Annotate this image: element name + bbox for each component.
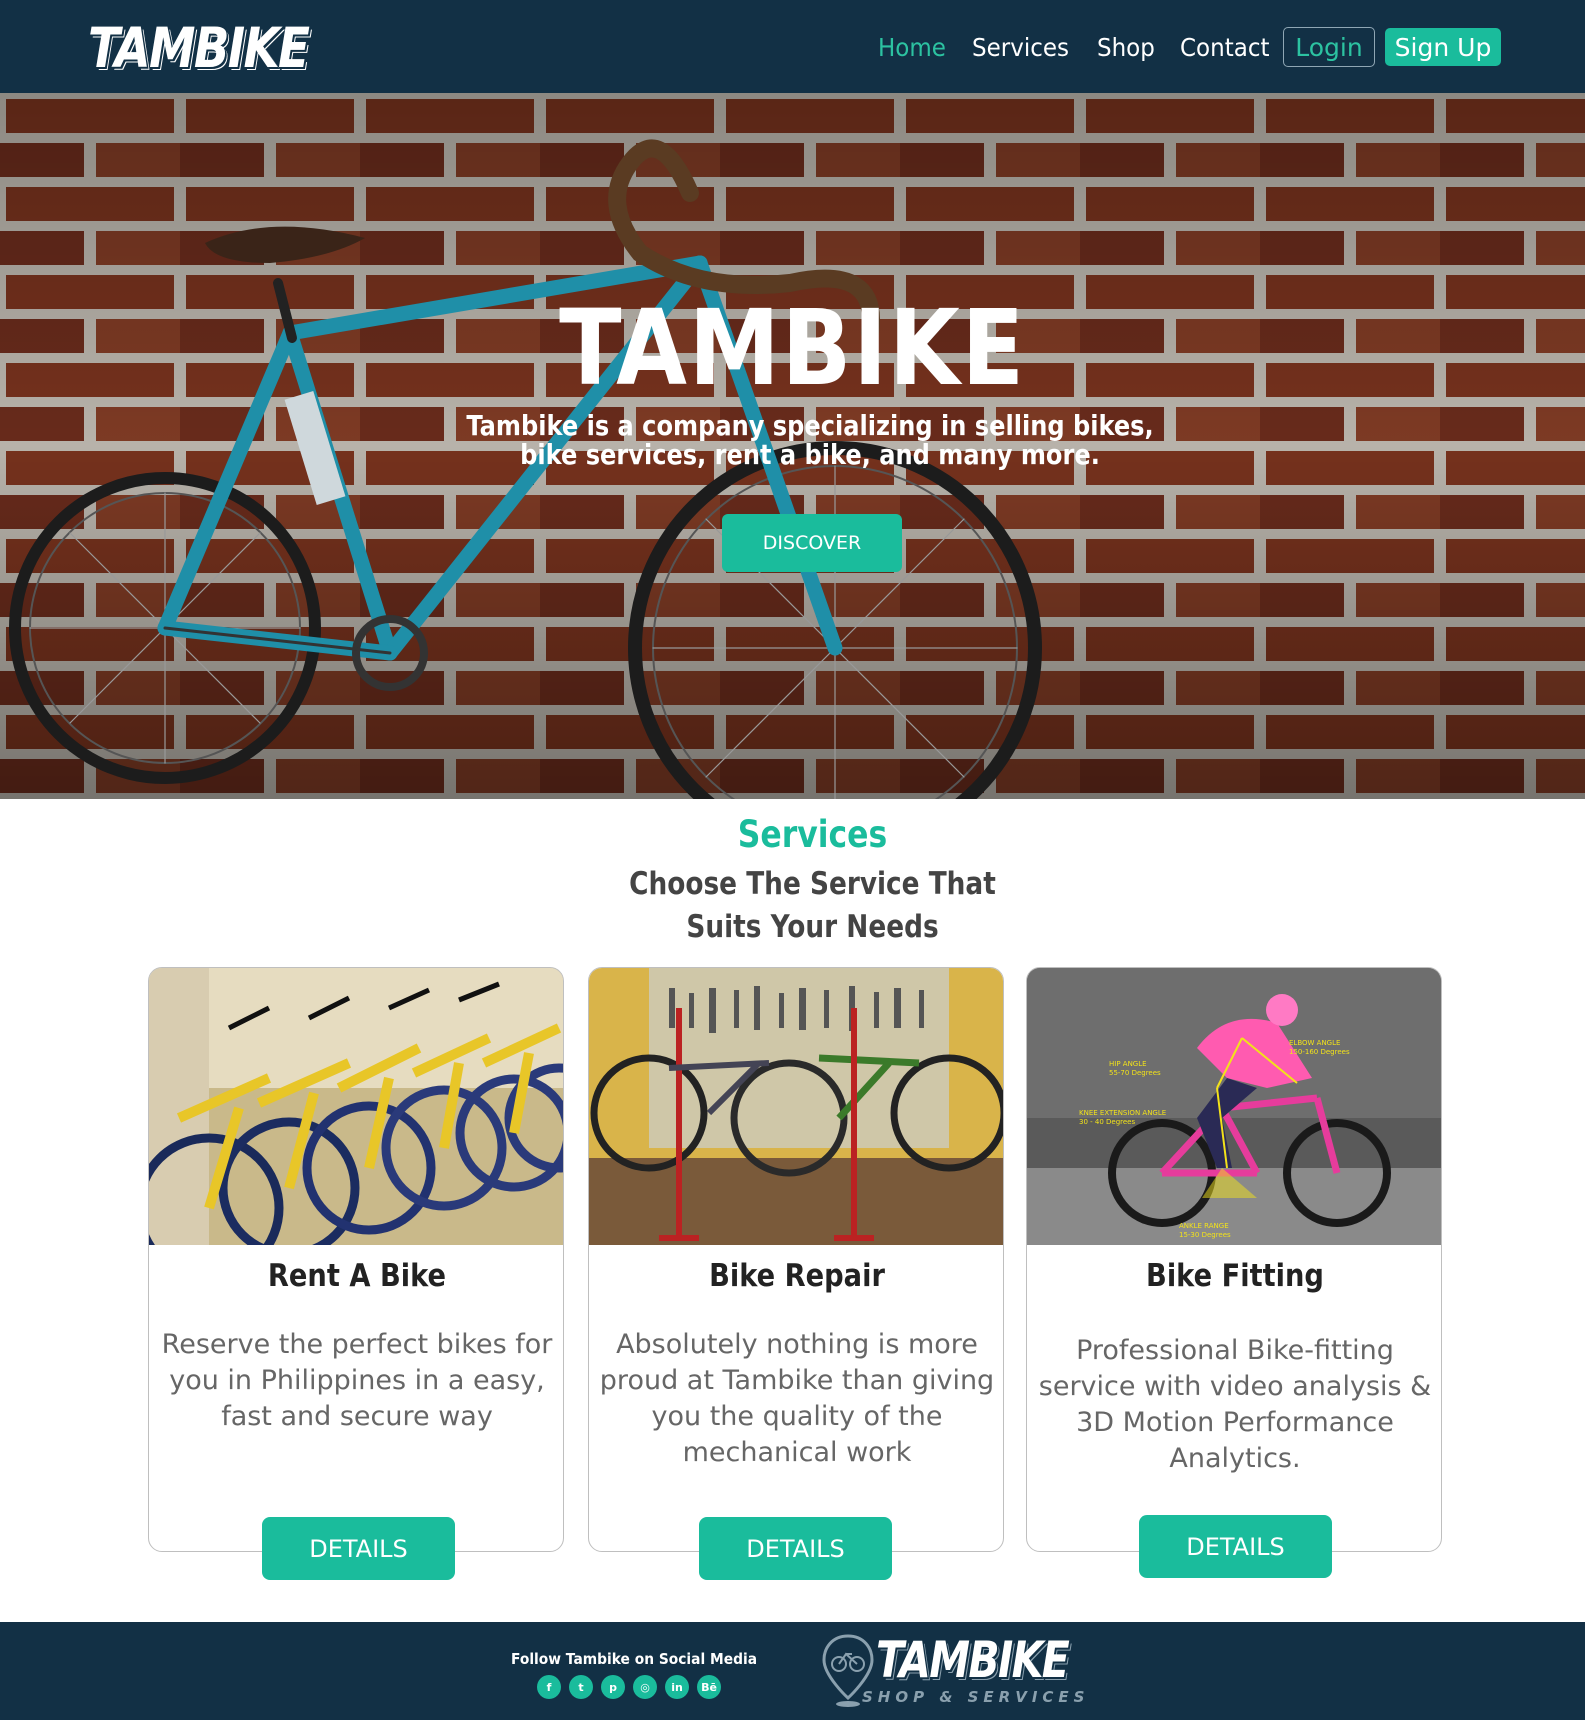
login-button[interactable]: Login: [1283, 27, 1375, 67]
hero-banner: TAMBIKE Tambike is a company specializin…: [0, 93, 1585, 799]
fit-label-elbow: ELBOW ANGLE: [1289, 1039, 1340, 1047]
service-card-repair: Bike Repair Absolutely nothing is more p…: [588, 967, 1004, 1552]
discover-button[interactable]: DISCOVER: [722, 514, 902, 572]
nav-link-services[interactable]: Services: [972, 33, 1069, 62]
rent-details-button[interactable]: DETAILS: [262, 1517, 455, 1580]
service-card-rent: Rent A Bike Reserve the perfect bikes fo…: [148, 967, 564, 1552]
behance-icon[interactable]: Bē: [697, 1675, 721, 1699]
linkedin-icon[interactable]: in: [665, 1675, 689, 1699]
nav-links: Home Services Shop Contact: [878, 27, 1297, 67]
footer-logo[interactable]: TAMBIKE: [876, 1632, 1070, 1688]
fit-label-elbow-range: 150-160 Degrees: [1289, 1048, 1350, 1056]
nav-link-shop[interactable]: Shop: [1097, 33, 1155, 62]
top-navbar: TAMBIKE Home Services Shop Contact Login…: [0, 0, 1585, 93]
fit-label-hip: HIP ANGLE: [1109, 1060, 1147, 1068]
nav-link-home[interactable]: Home: [878, 33, 946, 62]
services-subheading-line1: Choose The Service That: [629, 866, 996, 902]
brand-logo[interactable]: TAMBIKE: [88, 18, 310, 78]
social-links: f t p ◎ in Bē: [537, 1675, 721, 1699]
signup-button[interactable]: Sign Up: [1385, 28, 1501, 66]
repair-card-title: Bike Repair: [709, 1258, 885, 1294]
services-subheading: Choose The Service That Suits Your Needs: [122, 863, 1503, 949]
service-card-fitting: HIP ANGLE 55-70 Degrees ELBOW ANGLE 150-…: [1026, 967, 1442, 1552]
follow-text: Follow Tambike on Social Media: [510, 1650, 758, 1668]
services-subheading-line2: Suits Your Needs: [686, 909, 939, 945]
footer: Follow Tambike on Social Media f t p ◎ i…: [0, 1622, 1585, 1720]
repair-details-button[interactable]: DETAILS: [699, 1517, 892, 1580]
nav-link-contact[interactable]: Contact: [1180, 33, 1269, 62]
bike-fitting-image: HIP ANGLE 55-70 Degrees ELBOW ANGLE 150-…: [1027, 968, 1441, 1245]
rent-card-title: Rent A Bike: [267, 1258, 447, 1294]
pinterest-icon[interactable]: p: [601, 1675, 625, 1699]
fitting-card-text: Professional Bike-fitting service with v…: [1038, 1335, 1432, 1474]
rent-card-text: Reserve the perfect bikes for you in Phi…: [161, 1329, 553, 1432]
fit-label-knee-range: 30 - 40 Degrees: [1079, 1118, 1135, 1126]
hero-subtitle: Tambike is a company specializing in sel…: [466, 409, 1154, 471]
fitting-card-title: Bike Fitting: [1146, 1258, 1324, 1294]
fit-label-ankle-range: 15-30 Degrees: [1179, 1231, 1231, 1239]
facebook-icon[interactable]: f: [537, 1675, 561, 1699]
hero-title: TAMBIKE: [559, 287, 1026, 409]
fitting-details-button[interactable]: DETAILS: [1139, 1515, 1332, 1578]
bike-repair-image: [589, 968, 1003, 1245]
repair-card-text: Absolutely nothing is more proud at Tamb…: [599, 1329, 995, 1468]
fit-label-knee: KNEE EXTENSION ANGLE: [1079, 1109, 1166, 1117]
rent-bike-image: [149, 968, 563, 1245]
twitter-icon[interactable]: t: [569, 1675, 593, 1699]
instagram-icon[interactable]: ◎: [633, 1675, 657, 1699]
footer-tagline: SHOP & SERVICES: [862, 1688, 1090, 1706]
fit-label-hip-range: 55-70 Degrees: [1109, 1069, 1161, 1077]
services-heading: Services: [737, 813, 888, 856]
fit-label-ankle: ANKLE RANGE: [1179, 1222, 1229, 1230]
